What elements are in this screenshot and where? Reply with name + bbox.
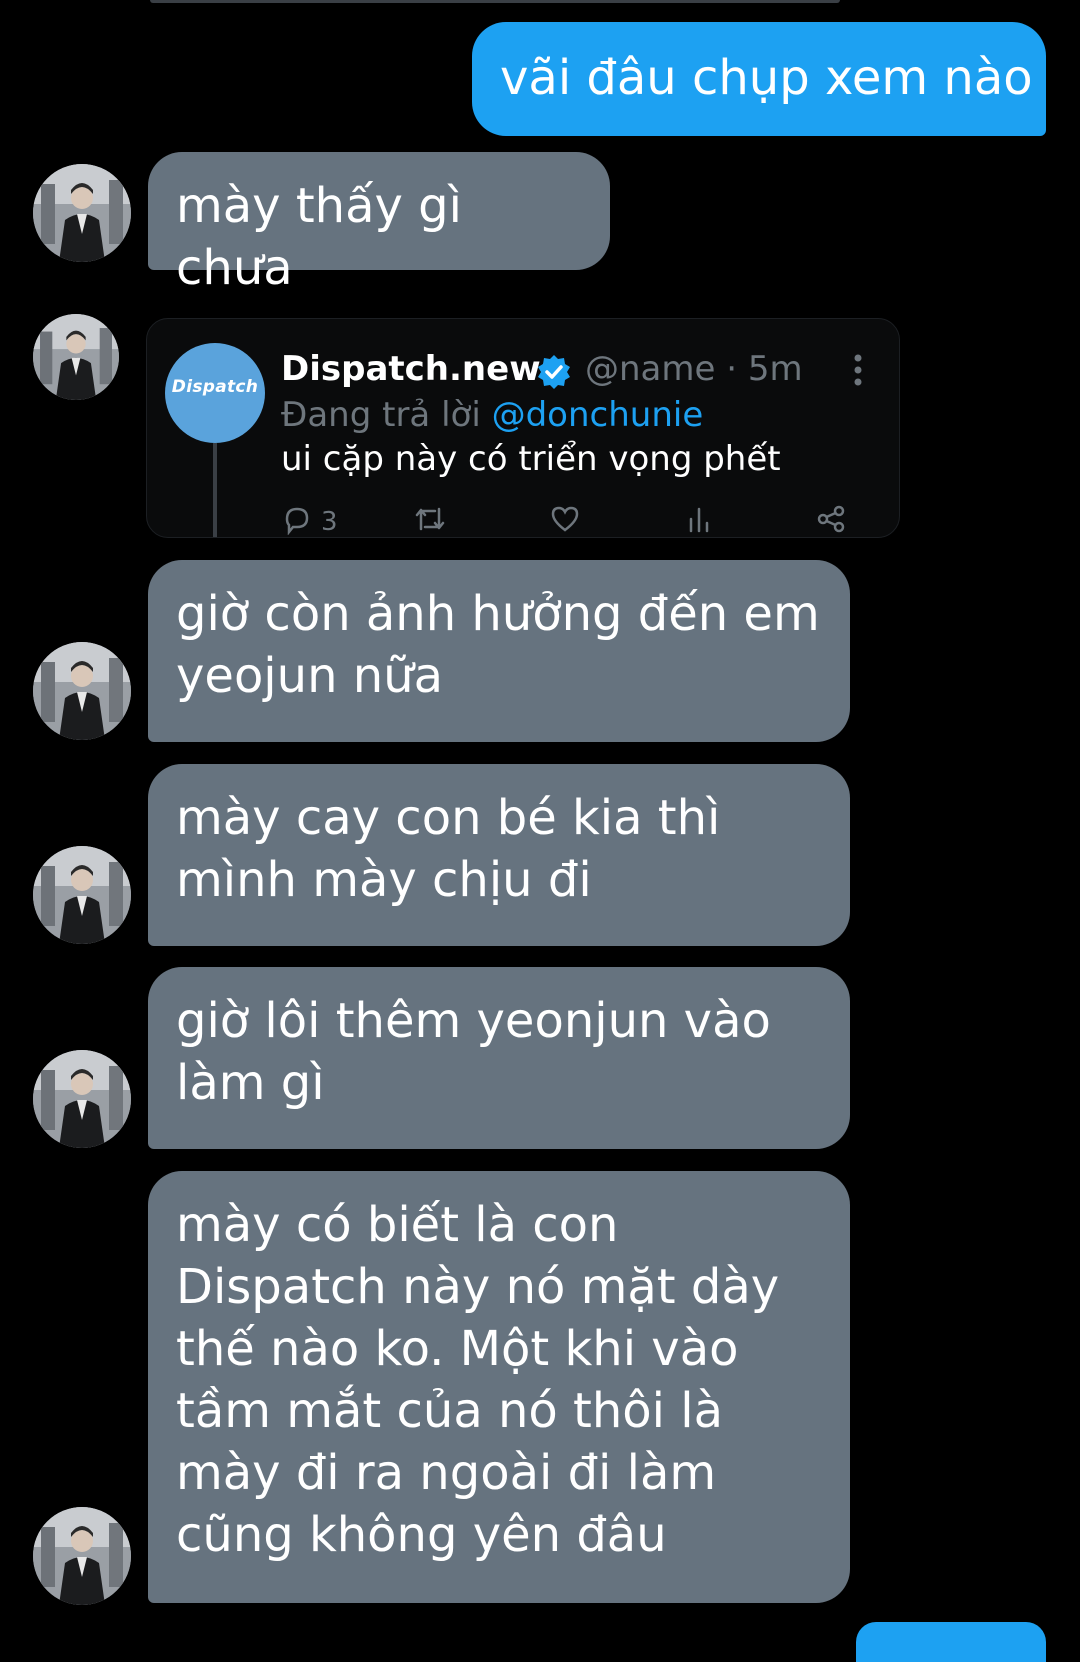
thread-line bbox=[213, 443, 217, 537]
dispatch-logo-text: Dispatch bbox=[171, 377, 259, 397]
tweet-actions: 3 bbox=[281, 503, 871, 537]
incoming-message[interactable]: mày cay con bé kia thì mình mày chịu đi bbox=[148, 764, 850, 946]
contact-avatar-icon[interactable] bbox=[33, 642, 131, 740]
next-outgoing-message-edge bbox=[856, 1622, 1046, 1662]
share-icon bbox=[817, 505, 845, 533]
contact-avatar-image bbox=[33, 846, 131, 944]
outgoing-message[interactable]: vãi đâu chụp xem nào bbox=[472, 22, 1046, 136]
reply-icon bbox=[285, 507, 309, 536]
incoming-message[interactable]: giờ lôi thêm yeonjun vào làm gì bbox=[148, 967, 850, 1149]
shared-tweet-card[interactable]: Dispatch Dispatch.news @name · 5m Đang t… bbox=[146, 318, 900, 538]
analytics-button[interactable] bbox=[683, 503, 715, 537]
incoming-message-text: giờ còn ảnh hưởng đến em yeojun nữa bbox=[176, 586, 820, 704]
incoming-message[interactable]: mày thấy gì chưa bbox=[148, 152, 610, 296]
contact-avatar-image bbox=[33, 1507, 131, 1605]
retweet-button[interactable] bbox=[413, 503, 447, 537]
verified-badge-icon bbox=[538, 355, 570, 389]
contact-avatar-image bbox=[33, 314, 119, 400]
tweet-handle-time: @name · 5m bbox=[585, 349, 803, 389]
dispatch-avatar[interactable]: Dispatch bbox=[165, 343, 265, 443]
reply-count: 3 bbox=[321, 507, 338, 537]
tweet-body: ui cặp này có triển vọng phết bbox=[281, 439, 781, 479]
reply-button[interactable]: 3 bbox=[281, 503, 338, 537]
share-button[interactable] bbox=[815, 503, 847, 537]
incoming-message[interactable]: giờ còn ảnh hưởng đến em yeojun nữa bbox=[148, 560, 850, 742]
more-icon[interactable] bbox=[853, 353, 863, 387]
contact-avatar-icon[interactable] bbox=[33, 846, 131, 944]
contact-avatar-icon[interactable] bbox=[33, 1050, 131, 1148]
like-icon bbox=[551, 506, 579, 532]
analytics-icon bbox=[689, 507, 709, 533]
like-button[interactable] bbox=[549, 503, 581, 537]
contact-avatar-image bbox=[33, 642, 131, 740]
replying-to-line: Đang trả lời @donchunie bbox=[281, 395, 703, 435]
contact-avatar-icon[interactable] bbox=[33, 1507, 131, 1605]
contact-avatar-image bbox=[33, 1050, 131, 1148]
incoming-message-text: mày cay con bé kia thì mình mày chịu đi bbox=[176, 790, 721, 908]
tweet-display-name[interactable]: Dispatch.news bbox=[281, 349, 561, 389]
replying-prefix: Đang trả lời bbox=[281, 395, 481, 435]
contact-avatar-image bbox=[33, 164, 131, 262]
outgoing-message-text: vãi đâu chụp xem nào bbox=[500, 50, 1033, 106]
incoming-message-text: giờ lôi thêm yeonjun vào làm gì bbox=[176, 993, 771, 1111]
contact-avatar-icon[interactable] bbox=[33, 164, 131, 262]
incoming-message-text: mày có biết là con Dispatch này nó mặt d… bbox=[176, 1197, 780, 1563]
contact-avatar-icon[interactable] bbox=[33, 314, 119, 400]
previous-message-edge bbox=[150, 0, 840, 3]
incoming-message-text: mày thấy gì chưa bbox=[176, 178, 462, 296]
replying-to-mention[interactable]: @donchunie bbox=[492, 395, 704, 435]
retweet-icon bbox=[415, 507, 445, 531]
incoming-message[interactable]: mày có biết là con Dispatch này nó mặt d… bbox=[148, 1171, 850, 1603]
